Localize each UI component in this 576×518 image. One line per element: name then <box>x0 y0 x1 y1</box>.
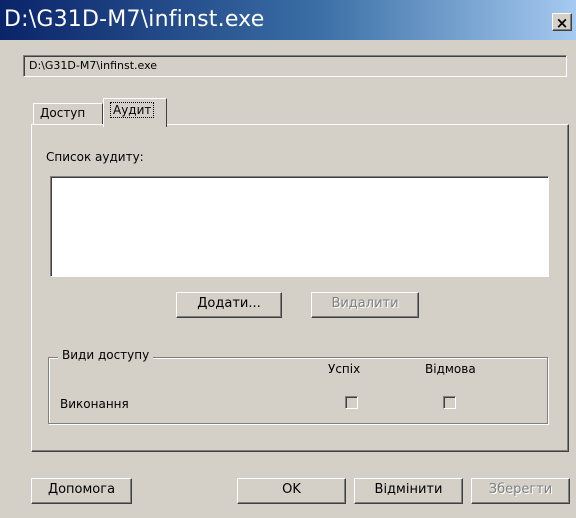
close-icon: × <box>555 14 569 32</box>
audit-list[interactable] <box>50 176 549 277</box>
save-button[interactable]: Зберегти <box>471 478 570 504</box>
cancel-button[interactable]: Відмінити <box>354 478 463 504</box>
ok-button[interactable]: OK <box>237 478 346 504</box>
col-success-header: Успіх <box>328 362 361 376</box>
ok-button-label: OK <box>282 482 301 497</box>
execute-failure-checkbox[interactable] <box>443 396 456 409</box>
tab-audit-label: Аудит <box>110 102 155 118</box>
save-button-label: Зберегти <box>488 482 553 497</box>
close-button[interactable]: × <box>552 13 572 32</box>
add-button[interactable]: Додати... <box>176 292 282 318</box>
access-types-legend: Види доступу <box>58 348 154 362</box>
cancel-button-label: Відмінити <box>374 482 443 497</box>
remove-button-label: Видалити <box>331 296 399 311</box>
add-button-label: Додати... <box>197 296 261 311</box>
audit-list-label: Список аудиту: <box>46 150 144 164</box>
access-row-execute-label: Виконання <box>60 397 129 411</box>
title-bar[interactable]: D:\G31D-M7\infinst.exe × <box>0 0 576 40</box>
execute-success-checkbox[interactable] <box>345 396 358 409</box>
tab-access[interactable]: Доступ <box>33 103 103 125</box>
tab-audit[interactable]: Аудит <box>103 98 167 127</box>
help-button[interactable]: Допомога <box>31 478 132 504</box>
tab-access-label: Доступ <box>40 106 86 120</box>
path-field: D:\G31D-M7\infinst.exe <box>23 55 567 77</box>
col-failure-header: Відмова <box>425 362 476 376</box>
window-title: D:\G31D-M7\infinst.exe <box>4 7 265 32</box>
help-button-label: Допомога <box>47 482 116 497</box>
remove-button[interactable]: Видалити <box>311 292 419 318</box>
